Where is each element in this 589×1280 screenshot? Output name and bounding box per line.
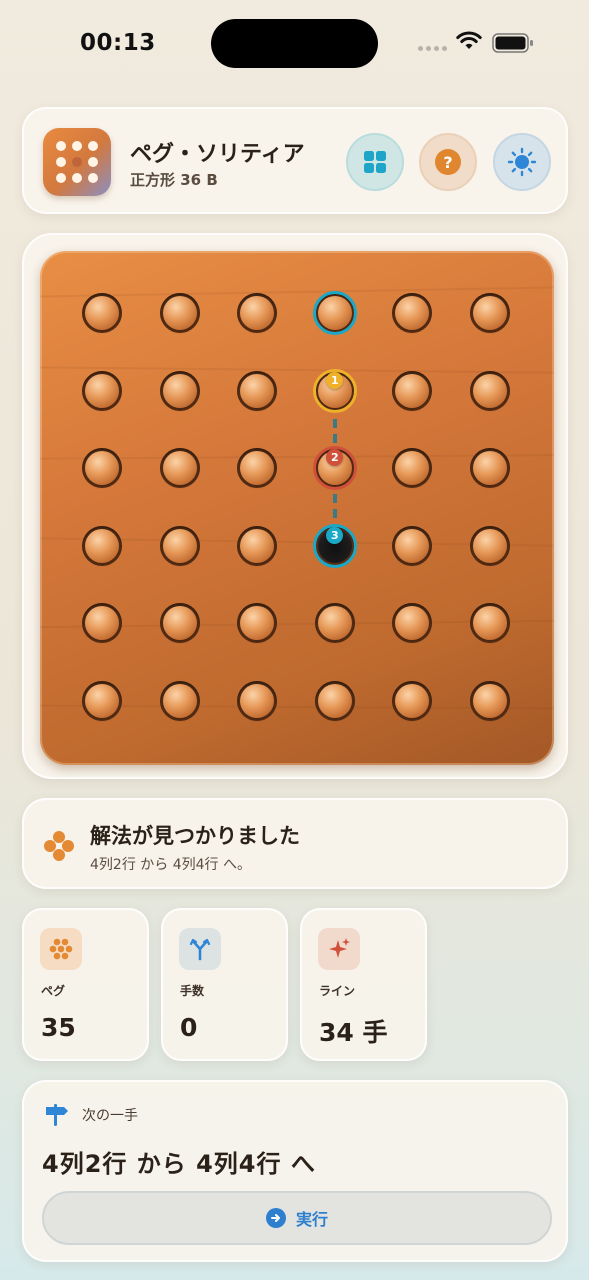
peg[interactable] [317,684,352,718]
dynamic-island [211,19,378,68]
peg[interactable] [85,451,119,486]
stat-moves: 手数 0 [161,908,288,1061]
signal-icon [418,46,447,51]
peg[interactable] [240,528,275,563]
peg[interactable] [473,528,507,563]
step-badge: 3 [326,526,344,544]
execute-button[interactable]: 実行 [42,1191,552,1245]
board-frame: 123 [22,233,568,779]
arrow-right-circle-icon [265,1208,286,1228]
stat-label: 手数 [180,984,205,998]
step-badge: 1 [326,371,344,389]
wifi-icon [456,31,482,49]
peg[interactable] [473,296,507,330]
stat-label: ライン [319,984,356,998]
peg[interactable] [473,373,507,408]
peg[interactable] [162,684,197,718]
message-title: 解法が見つかりました [90,824,300,848]
board-select-button[interactable] [346,133,404,191]
stat-line: ライン 34 手 [300,908,427,1061]
solution-message: 解法が見つかりました 4列2行 から 4列4行 へ。 [22,798,568,889]
app-title: ペグ・ソリティア [130,142,305,167]
peg[interactable] [240,296,275,330]
peg[interactable] [240,684,275,718]
stat-pegs: ペグ 35 [22,908,149,1061]
peg[interactable] [395,373,430,408]
highlight-ring [312,291,357,335]
sparkle-icon [318,928,360,970]
next-move-card: 次の一手 4列2行 から 4列4行 へ 実行 [22,1080,568,1262]
peg[interactable] [85,296,119,330]
sun-icon [507,147,537,177]
peg[interactable] [85,528,119,563]
execute-label: 実行 [295,1210,328,1229]
stat-value: 35 [41,1013,76,1042]
next-move-label: 次の一手 [82,1108,138,1124]
peg[interactable] [162,606,197,641]
peg[interactable] [473,684,507,718]
battery-icon [492,33,533,53]
stat-value: 34 手 [319,1018,388,1047]
branch-icon [179,928,221,970]
peg[interactable] [162,451,197,486]
peg[interactable] [395,528,430,563]
signpost-icon [46,1104,68,1126]
peg[interactable] [162,528,197,563]
message-detail: 4列2行 から 4列4行 へ。 [90,857,251,873]
help-icon: ? [435,149,461,175]
help-button[interactable]: ? [419,133,477,191]
app-logo-icon [43,128,111,196]
pegs-icon [44,831,74,861]
peg[interactable] [162,296,197,330]
peg[interactable] [473,451,507,486]
stat-value: 0 [180,1013,198,1042]
grid-icon [364,151,386,173]
peg[interactable] [162,373,197,408]
pegs-icon [40,928,82,970]
status-time: 00:13 [80,30,156,56]
theme-toggle-button[interactable] [493,133,551,191]
status-bar: 00:13 [0,0,589,90]
peg[interactable] [85,373,119,408]
game-board[interactable]: 123 [40,251,554,765]
next-move-text: 4列2行 から 4列4行 へ [42,1150,316,1178]
app-header: ペグ・ソリティア 正方形 36 B ? [22,107,568,214]
board-variant: 正方形 36 B [130,171,218,189]
peg[interactable] [317,606,352,641]
stat-label: ペグ [41,984,66,998]
peg[interactable] [240,373,275,408]
peg[interactable] [85,684,119,718]
